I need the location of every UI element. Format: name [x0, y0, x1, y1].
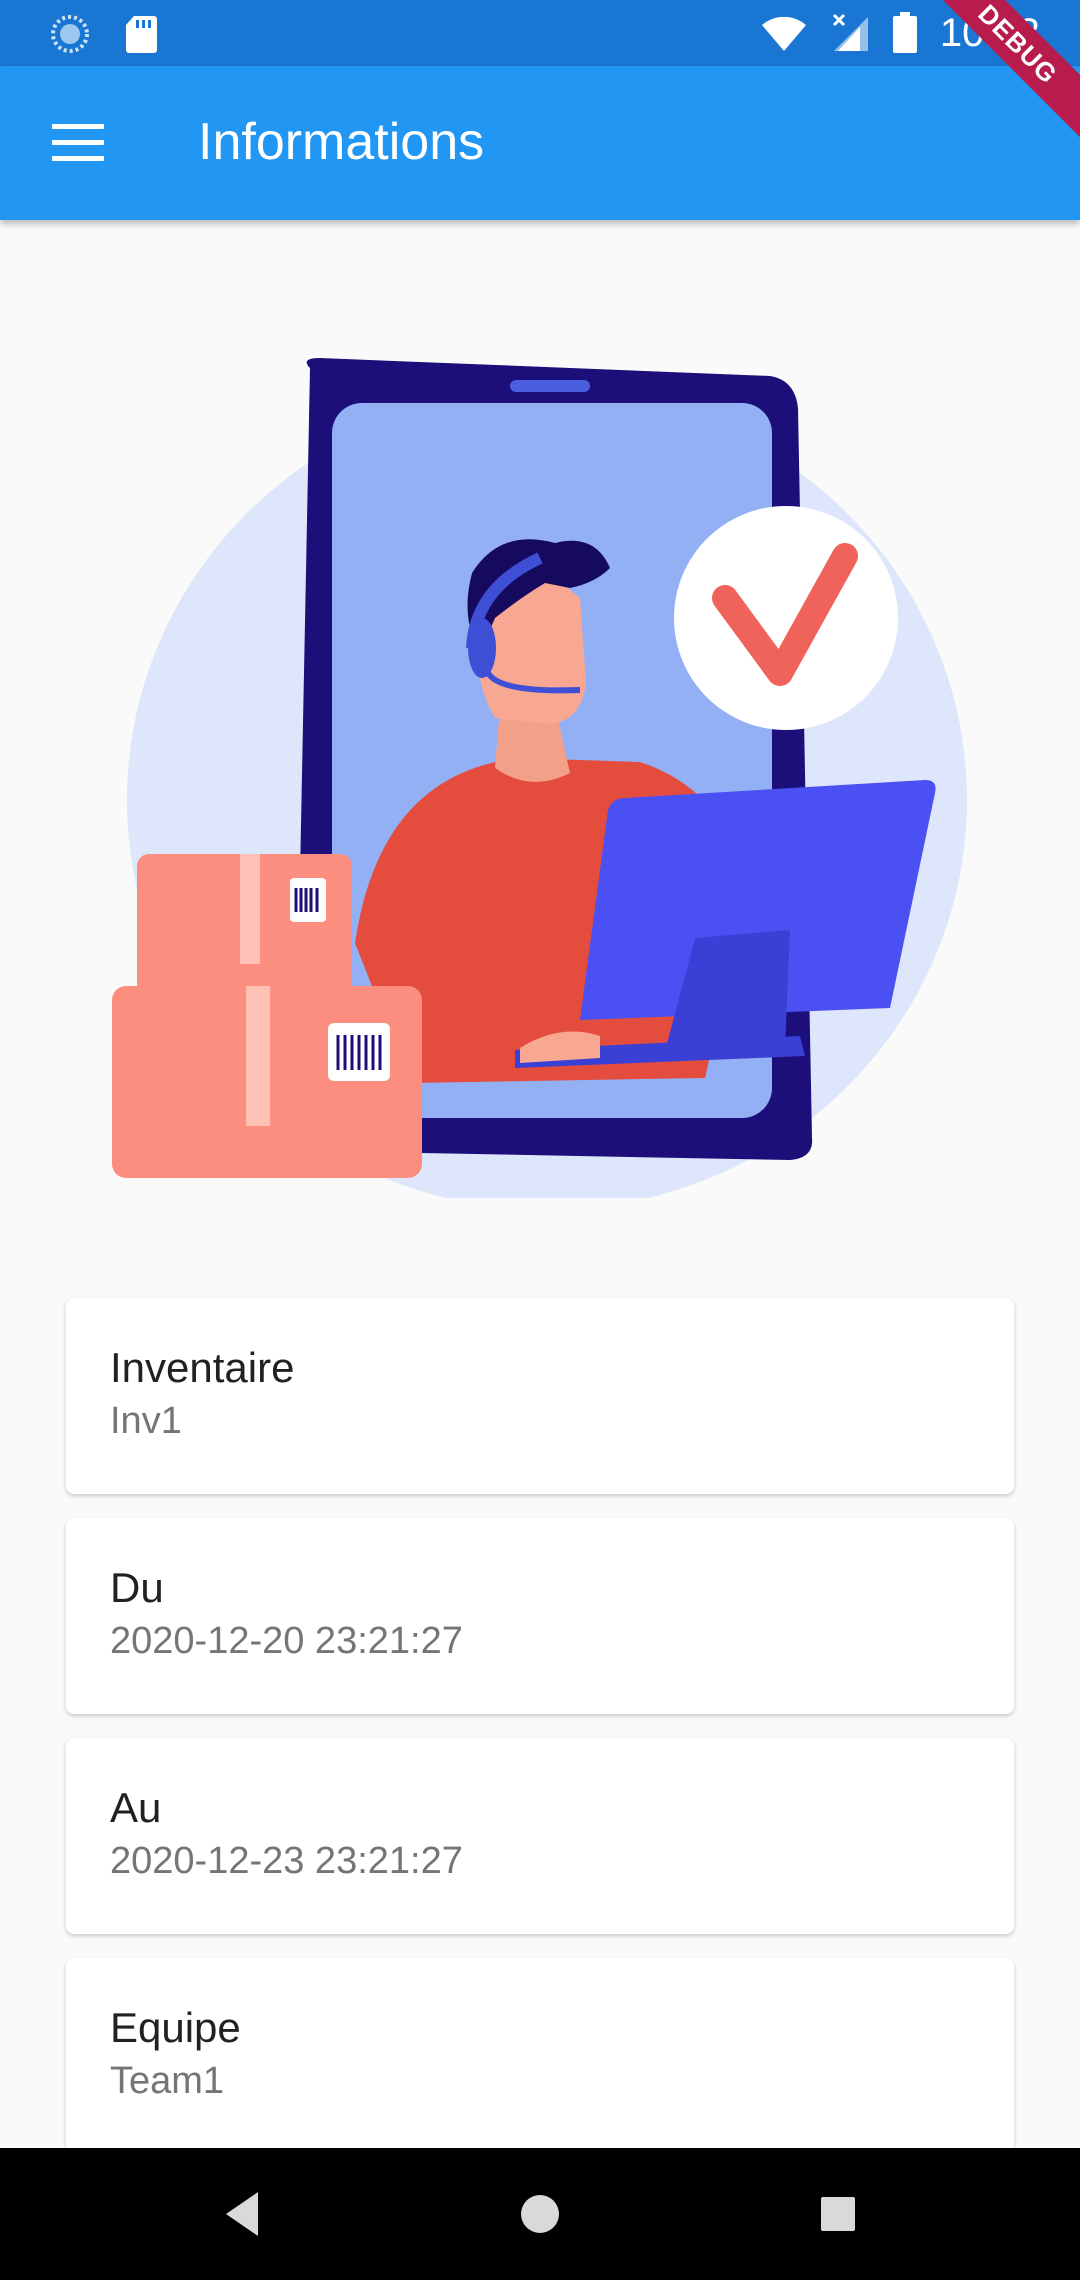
- wifi-icon: [761, 16, 806, 51]
- barcode-icon: [336, 1035, 382, 1070]
- info-card-au: Au 2020-12-23 23:21:27: [66, 1738, 1014, 1934]
- signal-icon: [832, 13, 868, 51]
- status-bar: 10:33: [0, 0, 1080, 66]
- card-label: Du: [110, 1564, 164, 1611]
- card-value: 2020-12-20 23:21:27: [110, 1620, 463, 1662]
- card-value: Inv1: [110, 1400, 182, 1442]
- card-label: Equipe: [110, 2004, 241, 2051]
- package-box-bottom-tape: [246, 986, 270, 1126]
- info-card-du: Du 2020-12-20 23:21:27: [66, 1518, 1014, 1714]
- headset-earpiece: [468, 618, 496, 678]
- sd-card-icon: [126, 16, 157, 53]
- card-label: Inventaire: [110, 1344, 295, 1391]
- info-card-inventaire: Inventaire Inv1: [66, 1298, 1014, 1494]
- home-icon[interactable]: [520, 2188, 560, 2240]
- menu-icon[interactable]: [52, 124, 104, 162]
- system-nav-bar: [0, 2148, 1080, 2280]
- sync-icon: [51, 15, 89, 53]
- back-icon[interactable]: [222, 2188, 262, 2240]
- card-value: 2020-12-23 23:21:27: [110, 1840, 463, 1882]
- tablet-speaker: [510, 380, 590, 392]
- info-card-equipe: Equipe Team1: [66, 1958, 1014, 2154]
- battery-icon: [892, 12, 917, 53]
- support-illustration: [112, 358, 967, 1198]
- recents-icon[interactable]: [818, 2188, 858, 2240]
- check-badge: [674, 506, 898, 730]
- card-value: Team1: [110, 2060, 225, 2102]
- app-bar: Informations: [0, 66, 1080, 220]
- card-label: Au: [110, 1784, 162, 1831]
- page-title: Informations: [198, 113, 485, 171]
- package-box-top-tape: [240, 854, 260, 964]
